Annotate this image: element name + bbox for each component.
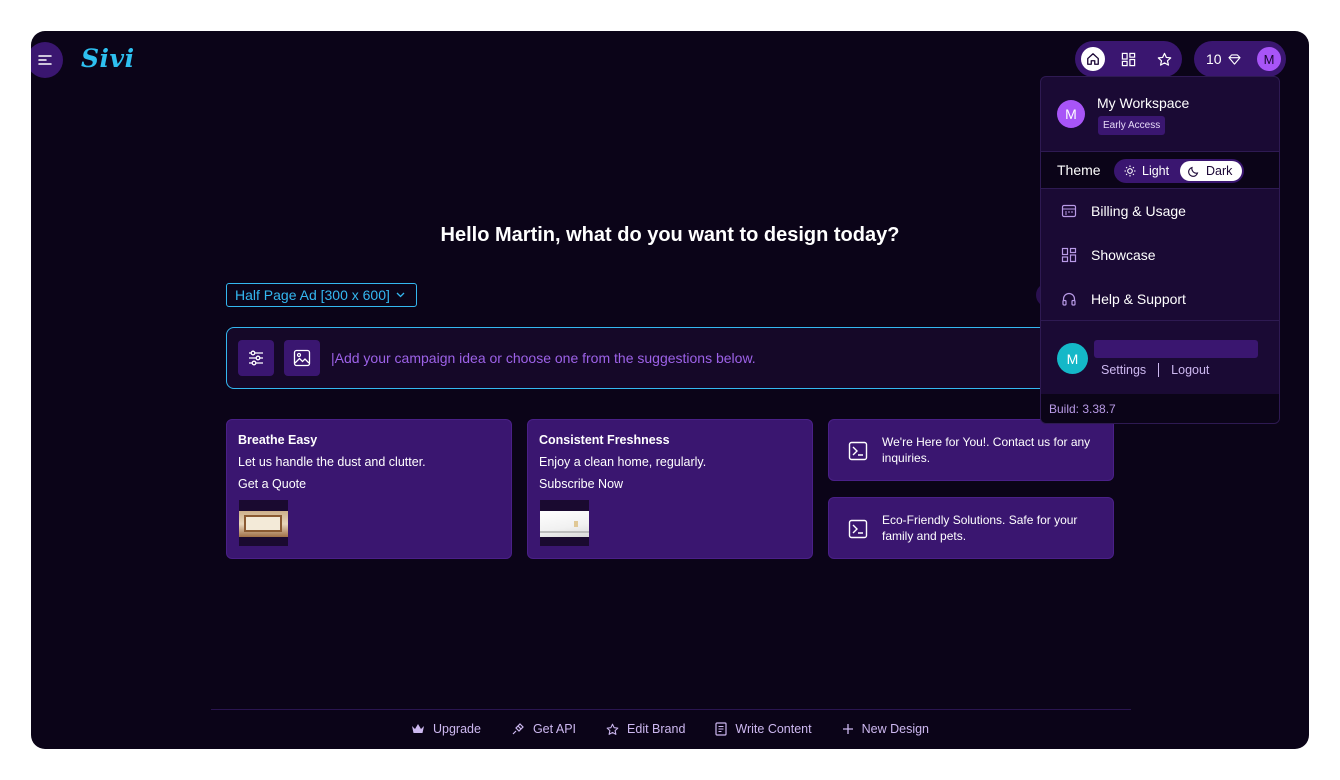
user-name-redacted <box>1094 340 1258 358</box>
headset-icon <box>1062 292 1076 306</box>
suggestion-card[interactable]: Breathe Easy Let us handle the dust and … <box>226 419 512 559</box>
plus-icon <box>842 724 853 734</box>
theme-row: Theme Light Dark <box>1041 151 1279 189</box>
new-design-button[interactable]: New Design <box>842 722 929 736</box>
menu-button[interactable] <box>31 42 63 78</box>
star-icon <box>606 723 619 735</box>
chevron-down-icon <box>396 292 405 298</box>
card-cta: Get a Quote <box>238 477 307 491</box>
user-avatar: M <box>1057 343 1088 374</box>
card-description: Let us handle the dust and clutter. <box>238 455 426 469</box>
credits-pill[interactable]: 10 M <box>1194 41 1286 77</box>
sun-icon <box>1124 165 1136 177</box>
get-api-button[interactable]: Get API <box>511 722 576 736</box>
card-description: Enjoy a clean home, regularly. <box>539 455 707 469</box>
suggestion-text: Eco-Friendly Solutions. Safe for your fa… <box>882 513 1078 543</box>
workspace-avatar: M <box>1057 100 1085 128</box>
footer-bar: Upgrade Get API Edit Brand Write Content… <box>31 722 1309 736</box>
credit-count: 10 <box>1206 51 1222 67</box>
edit-brand-button[interactable]: Edit Brand <box>606 722 685 736</box>
showcase-icon <box>1061 247 1077 263</box>
menu-item-showcase[interactable]: Showcase <box>1041 233 1279 277</box>
card-thumbnail <box>540 500 589 546</box>
card-title: Breathe Easy <box>238 433 318 447</box>
diamond-icon <box>1228 53 1241 65</box>
suggestion-prompt[interactable]: We're Here for You!. Contact us for any … <box>828 419 1114 481</box>
sliders-icon <box>249 350 263 366</box>
link-separator <box>1158 363 1160 377</box>
menu-icon <box>38 55 52 65</box>
image-icon <box>293 349 311 367</box>
logout-link[interactable]: Logout <box>1171 363 1209 377</box>
settings-link[interactable]: Settings <box>1101 363 1146 377</box>
workspace-header[interactable]: M My Workspace Early Access <box>1041 77 1279 152</box>
home-button[interactable] <box>1081 47 1105 71</box>
early-access-badge: Early Access <box>1098 116 1166 135</box>
theme-label: Theme <box>1057 162 1101 178</box>
menu-item-billing[interactable]: Billing & Usage <box>1041 189 1279 233</box>
prompt-icon <box>848 441 868 461</box>
theme-light-option[interactable]: Light <box>1116 161 1177 181</box>
settings-sliders-button[interactable] <box>238 340 274 376</box>
upgrade-button[interactable]: Upgrade <box>411 722 481 736</box>
home-icon <box>1086 53 1099 65</box>
prompt-icon <box>848 519 868 539</box>
document-icon <box>715 722 728 736</box>
build-version: Build: 3.38.7 <box>1041 394 1279 423</box>
logo[interactable]: Sivi <box>81 44 135 73</box>
suggestion-card[interactable]: Consistent Freshness Enjoy a clean home,… <box>527 419 813 559</box>
workspace-name: My Workspace <box>1097 95 1190 111</box>
image-upload-button[interactable] <box>284 340 320 376</box>
menu-item-help[interactable]: Help & Support <box>1041 277 1279 321</box>
billing-icon <box>1061 204 1077 218</box>
avatar[interactable]: M <box>1257 47 1281 71</box>
card-thumbnail <box>239 500 288 546</box>
grid-icon <box>1121 52 1136 66</box>
menu-divider <box>1041 320 1279 321</box>
suggestion-text: We're Here for You!. Contact us for any … <box>882 435 1091 465</box>
nav-pill <box>1075 41 1182 77</box>
crown-icon <box>411 724 424 733</box>
suggestion-prompt[interactable]: Eco-Friendly Solutions. Safe for your fa… <box>828 497 1114 559</box>
app-window: Sivi 10 M Hello Martin, what do you want… <box>31 31 1309 749</box>
card-cta: Subscribe Now <box>539 477 624 491</box>
footer-divider <box>211 709 1131 710</box>
account-dropdown: M My Workspace Early Access Theme Light … <box>1040 76 1280 424</box>
prompt-input[interactable] <box>331 350 1131 366</box>
size-select-value: Half Page Ad [300 x 600] <box>235 287 390 303</box>
theme-toggle[interactable]: Light Dark <box>1114 159 1244 183</box>
account-links: Settings Logout <box>1101 363 1209 377</box>
plug-icon <box>512 723 524 735</box>
card-title: Consistent Freshness <box>539 433 670 447</box>
write-content-button[interactable]: Write Content <box>715 722 812 736</box>
theme-dark-option[interactable]: Dark <box>1180 161 1242 181</box>
moon-icon <box>1188 166 1199 177</box>
star-icon <box>1157 52 1171 66</box>
grid-button[interactable] <box>1117 47 1141 71</box>
size-select[interactable]: Half Page Ad [300 x 600] <box>226 283 417 307</box>
favorites-button[interactable] <box>1152 47 1176 71</box>
